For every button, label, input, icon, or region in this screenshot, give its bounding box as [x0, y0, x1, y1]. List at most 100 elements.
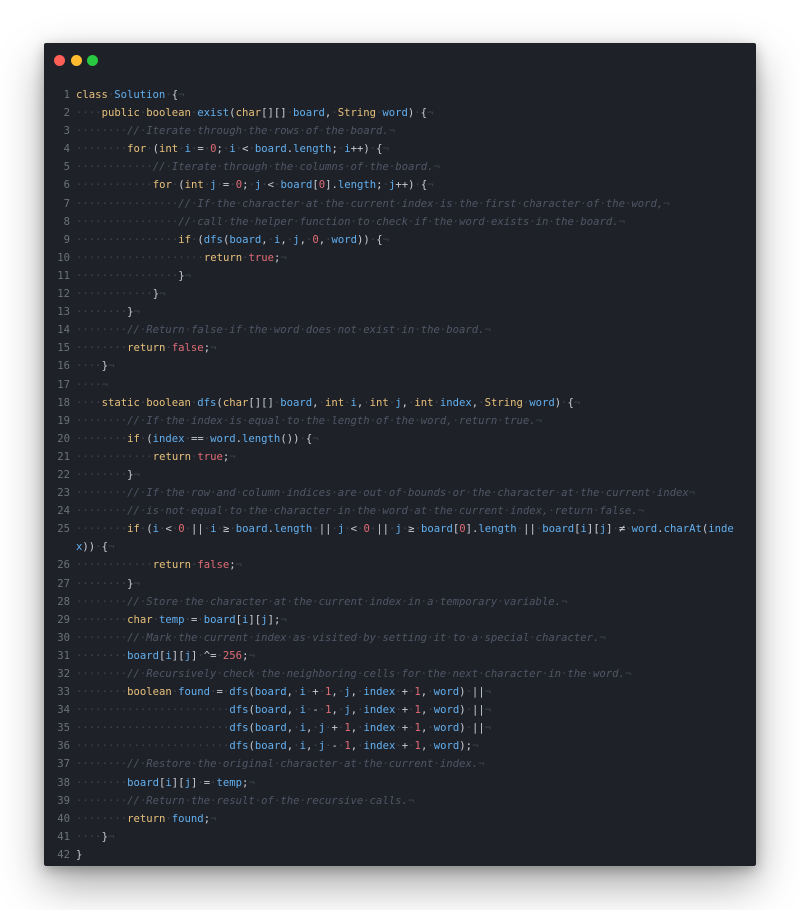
code-text: ········if·(i·<·0·||·i·≥·board.length·||…: [76, 523, 734, 554]
code-line[interactable]: 9 ················if·(dfs(board,·i,·j,·0,…: [44, 231, 756, 249]
code-line[interactable]: 25 ········if·(i·<·0·||·i·≥·board.length·…: [44, 520, 756, 556]
code-line[interactable]: 24 ········//·is·not·equal·to·the·charact…: [44, 502, 756, 520]
line-number: 15: [57, 342, 70, 355]
code-line[interactable]: 40 ········return·found;¬: [44, 810, 756, 828]
code-text: ························dfs(board,·i·-·1…: [76, 704, 492, 717]
line-number: 30: [57, 631, 70, 644]
code-text: ········//·Return·false·if·the·word·does…: [76, 324, 491, 337]
code-text: ························dfs(board,·i,·j·…: [76, 722, 492, 735]
maximize-window-button[interactable]: [87, 55, 98, 66]
code-line[interactable]: 6 ············for·(int·j·=·0;·j·<·board[0…: [44, 176, 756, 194]
code-line[interactable]: 27 ········}¬: [44, 575, 756, 593]
code-line[interactable]: 4 ········for·(int·i·=·0;·i·<·board.lengt…: [44, 140, 756, 158]
line-number: 36: [57, 740, 70, 753]
code-line[interactable]: 42}: [44, 846, 756, 864]
code-line[interactable]: 34 ························dfs(board,·i·-…: [44, 701, 756, 719]
line-number: 2: [63, 107, 70, 120]
code-text: ········return·false;¬: [76, 342, 217, 355]
code-line[interactable]: 39 ········//·Return·the·result·of·the·re…: [44, 792, 756, 810]
line-number: 33: [57, 686, 70, 699]
code-line[interactable]: 2 ····public·boolean·exist(char[][]·board…: [44, 104, 756, 122]
code-line[interactable]: 12 ············}¬: [44, 285, 756, 303]
line-number: 3: [63, 125, 70, 138]
code-text: ············}¬: [76, 288, 166, 301]
minimize-window-button[interactable]: [71, 55, 82, 66]
code-line[interactable]: 1 class·Solution·{¬: [44, 86, 756, 104]
code-line[interactable]: 33 ········boolean·found·=·dfs(board,·i·+…: [44, 683, 756, 701]
code-line[interactable]: 29 ········char·temp·=·board[i][j];¬: [44, 611, 756, 629]
code-line[interactable]: 41 ····}¬: [44, 828, 756, 846]
code-text: ········if·(index·==·word.length())·{¬: [76, 432, 319, 445]
line-number: 6: [63, 179, 70, 192]
code-text: ········//·Iterate·through·the·rows·of·t…: [76, 125, 396, 138]
code-line[interactable]: 37 ········//·Restore·the·original·charac…: [44, 755, 756, 773]
code-text: ························dfs(board,·i,·j·…: [76, 740, 479, 753]
code-line[interactable]: 14 ········//·Return·false·if·the·word·do…: [44, 321, 756, 339]
code-line[interactable]: 35 ························dfs(board,·i,·…: [44, 719, 756, 737]
code-text: ········//·Return·the·result·of·the·recu…: [76, 794, 415, 807]
line-number: 38: [57, 776, 70, 789]
code-line[interactable]: 8 ················//·call·the·helper·func…: [44, 213, 756, 231]
code-line[interactable]: 16 ····}¬: [44, 357, 756, 375]
line-number: 14: [57, 324, 70, 337]
line-number: 19: [57, 414, 70, 427]
code-line[interactable]: 32 ········//·Recursively·check·the·neigh…: [44, 665, 756, 683]
code-text: ················if·(dfs(board,·i,·j,·0,·…: [76, 233, 389, 246]
code-text: ········board[i][j]·^=·256;¬: [76, 649, 255, 662]
code-text: ········}¬: [76, 577, 140, 590]
code-text: ········board[i][j]·=·temp;¬: [76, 776, 255, 789]
code-line[interactable]: 7 ················//·If·the·character·at·…: [44, 195, 756, 213]
line-number: 16: [57, 360, 70, 373]
code-text: ········//·Mark·the·current·index·as·vis…: [76, 631, 606, 644]
line-number: 40: [57, 812, 70, 825]
code-text: ········return·found;¬: [76, 812, 217, 825]
code-editor[interactable]: 1 class·Solution·{¬ 2 ····public·boolean·ex…: [44, 86, 756, 864]
code-text: }: [76, 848, 83, 861]
line-number: 25: [57, 523, 70, 536]
close-window-button[interactable]: [54, 55, 65, 66]
code-line[interactable]: 21 ············return·true;¬: [44, 448, 756, 466]
line-number: 41: [57, 830, 70, 843]
code-line[interactable]: 22 ········}¬: [44, 466, 756, 484]
code-line[interactable]: 23 ········//·If·the·row·and·column·indic…: [44, 484, 756, 502]
code-text: ············return·false;¬: [76, 559, 243, 572]
line-number: 1: [63, 89, 70, 101]
code-line[interactable]: 30 ········//·Mark·the·current·index·as·v…: [44, 629, 756, 647]
code-line[interactable]: 5 ············//·Iterate·through·the·colu…: [44, 158, 756, 176]
code-line[interactable]: 15 ········return·false;¬: [44, 339, 756, 357]
code-text: ········//·Recursively·check·the·neighbo…: [76, 668, 632, 680]
line-number: 18: [57, 396, 70, 409]
code-line[interactable]: 36 ························dfs(board,·i,·…: [44, 737, 756, 755]
line-number: 8: [63, 215, 70, 228]
line-number: 34: [57, 704, 70, 717]
line-number: 21: [57, 450, 70, 463]
code-line[interactable]: 17 ····¬: [44, 376, 756, 394]
line-number: 17: [57, 378, 70, 391]
code-text: ····static·boolean·dfs(char[][]·board,·i…: [76, 396, 581, 409]
code-text: ········//·If·the·index·is·equal·to·the·…: [76, 414, 542, 427]
code-text: ················}¬: [76, 269, 192, 282]
code-line[interactable]: 18 ····static·boolean·dfs(char[][]·board,…: [44, 394, 756, 412]
code-line[interactable]: 38 ········board[i][j]·=·temp;¬: [44, 774, 756, 792]
code-text: ········}¬: [76, 468, 140, 481]
line-number: 12: [57, 288, 70, 301]
code-line[interactable]: 20 ········if·(index·==·word.length())·{¬: [44, 430, 756, 448]
line-number: 11: [57, 269, 70, 282]
code-line[interactable]: 3 ········//·Iterate·through·the·rows·of·…: [44, 122, 756, 140]
code-text: ········//·Restore·the·original·characte…: [76, 758, 485, 771]
line-number: 13: [57, 306, 70, 319]
code-text: ····}¬: [76, 830, 115, 843]
code-line[interactable]: 19 ········//·If·the·index·is·equal·to·th…: [44, 412, 756, 430]
code-line[interactable]: 11 ················}¬: [44, 267, 756, 285]
code-line[interactable]: 28 ········//·Store·the·character·at·the·…: [44, 593, 756, 611]
line-number: 9: [63, 233, 70, 246]
code-line[interactable]: 26 ············return·false;¬: [44, 556, 756, 574]
code-line[interactable]: 10 ····················return·true;¬: [44, 249, 756, 267]
code-text: ············return·true;¬: [76, 450, 236, 463]
code-text: ········//·is·not·equal·to·the·character…: [76, 505, 645, 518]
code-text: ············//·Iterate·through·the·colum…: [76, 161, 440, 174]
window-titlebar: [44, 43, 756, 79]
code-line[interactable]: 13 ········}¬: [44, 303, 756, 321]
code-line[interactable]: 31 ········board[i][j]·^=·256;¬: [44, 647, 756, 665]
line-number: 37: [57, 758, 70, 771]
